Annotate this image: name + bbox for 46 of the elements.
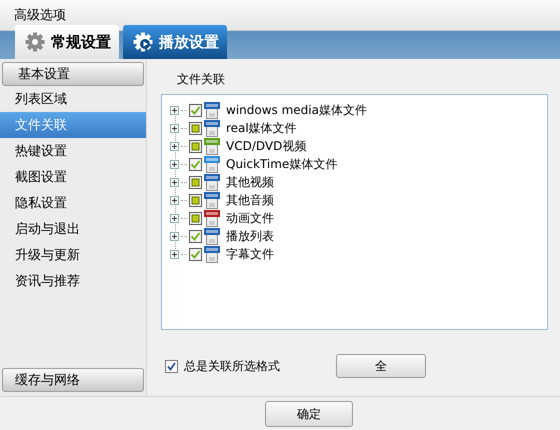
expand-icon[interactable] bbox=[170, 160, 179, 168]
checkbox[interactable] bbox=[189, 212, 202, 224]
sidebar-item[interactable]: 启动与退出 bbox=[0, 216, 146, 242]
tree-item-label[interactable]: QuickTime媒体文件 bbox=[226, 156, 338, 172]
sidebar-item[interactable]: 缓存与网络 bbox=[2, 368, 144, 392]
sidebar-item[interactable]: 基本设置 bbox=[2, 62, 144, 86]
expand-icon[interactable] bbox=[170, 214, 179, 222]
expand-icon[interactable] bbox=[170, 124, 179, 132]
expand-icon[interactable] bbox=[170, 250, 179, 258]
tree-item-label[interactable]: VCD/DVD视频 bbox=[226, 138, 306, 154]
gear-icon bbox=[25, 32, 45, 52]
expand-icon[interactable] bbox=[170, 232, 179, 240]
tree-item-label[interactable]: 动画文件 bbox=[226, 210, 274, 226]
checkbox[interactable] bbox=[189, 176, 202, 188]
checkbox[interactable] bbox=[189, 230, 202, 242]
sidebar-item[interactable]: 隐私设置 bbox=[0, 190, 146, 216]
tree-item-label[interactable]: real媒体文件 bbox=[226, 120, 297, 136]
sidebar-item[interactable]: 列表区域 bbox=[0, 86, 146, 112]
tree-item-label[interactable]: 播放列表 bbox=[226, 228, 274, 244]
checkbox[interactable] bbox=[189, 122, 202, 134]
checkbox-label: 总是关联所选格式 bbox=[184, 358, 280, 374]
select-all-button[interactable]: 全 bbox=[336, 354, 426, 378]
expand-icon[interactable] bbox=[170, 106, 179, 114]
sidebar-item[interactable]: 热键设置 bbox=[0, 138, 146, 164]
tab[interactable]: 常规设置 bbox=[15, 25, 119, 59]
gear-play-icon bbox=[133, 32, 153, 52]
checkbox[interactable] bbox=[189, 140, 202, 152]
tree-item-label[interactable]: 其他音频 bbox=[226, 192, 274, 208]
checkbox[interactable] bbox=[165, 360, 178, 372]
checkbox[interactable] bbox=[189, 104, 202, 116]
checkbox[interactable] bbox=[189, 248, 202, 260]
expand-icon[interactable] bbox=[170, 142, 179, 150]
group-title: 文件关联 bbox=[177, 71, 226, 88]
sidebar-item[interactable]: 升级与更新 bbox=[0, 242, 146, 268]
expand-icon[interactable] bbox=[170, 196, 179, 204]
tree-item-label[interactable]: windows media媒体文件 bbox=[226, 102, 367, 118]
checkbox[interactable] bbox=[189, 194, 202, 206]
window-title: 高级选项 bbox=[14, 7, 66, 24]
expand-icon[interactable] bbox=[170, 178, 179, 186]
ok-button[interactable]: 确定 bbox=[265, 401, 353, 427]
tab[interactable]: 播放设置 bbox=[123, 25, 227, 59]
sidebar-item[interactable]: 资讯与推荐 bbox=[0, 268, 146, 294]
sidebar-item[interactable]: 截图设置 bbox=[0, 164, 146, 190]
checkbox[interactable] bbox=[189, 158, 202, 170]
tree-item-label[interactable]: 其他视频 bbox=[226, 174, 274, 190]
tree-item-label[interactable]: 字幕文件 bbox=[226, 246, 274, 262]
